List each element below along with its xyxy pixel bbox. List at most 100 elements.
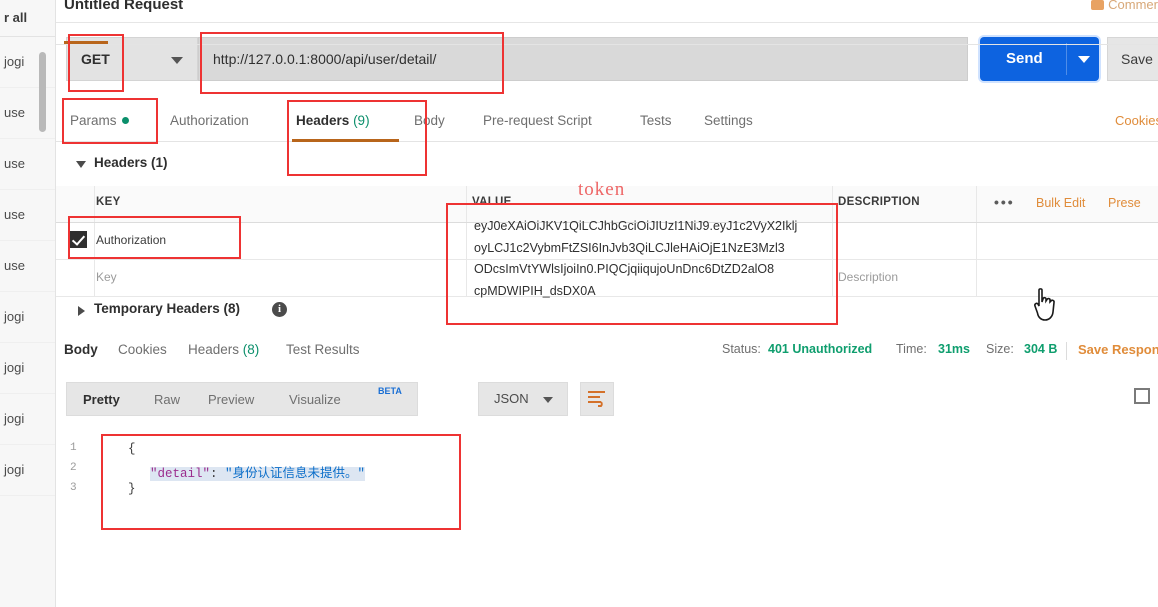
sidebar-header-label: r all [0, 0, 55, 37]
list-item[interactable]: use [0, 139, 55, 190]
tab-settings[interactable]: Settings [704, 113, 753, 128]
token-line: eyJ0eXAiOiJKV1QiLCJhbGciOiJIUzI1NiJ9.eyJ… [474, 219, 798, 233]
size-value: 304 B [1024, 342, 1057, 356]
response-tab-body[interactable]: Body [64, 342, 98, 357]
code-line: "detail": "身份认证信息未提供。" [150, 462, 366, 481]
list-item[interactable]: use [0, 88, 55, 139]
tab-label: Body [64, 342, 98, 357]
save-response-button[interactable]: Save Respon [1078, 342, 1158, 357]
divider [466, 260, 467, 296]
status-label: Status: [722, 342, 761, 356]
json-value: "身份认证信息未提供。" [225, 467, 366, 481]
tab-badge: (9) [353, 113, 370, 128]
list-item[interactable]: jogi [0, 445, 55, 496]
tab-label: Test Results [286, 342, 360, 357]
header-value-input[interactable]: eyJ0eXAiOiJKV1QiLCJhbGciOiJIUzI1NiJ9.eyJ… [474, 216, 864, 302]
view-mode-pretty[interactable]: Pretty [83, 392, 120, 407]
size-value-text: 304 B [1024, 342, 1058, 356]
url-bar-row: GET http://127.0.0.1:8000/api/user/detai… [56, 32, 1158, 88]
divider [976, 260, 977, 296]
code-line: { [128, 442, 136, 456]
json-key: "detail" [150, 467, 211, 481]
response-tab-test-results[interactable]: Test Results [286, 342, 360, 357]
time-value: 31ms [938, 342, 970, 356]
presets-link[interactable]: Prese [1108, 196, 1141, 210]
response-tab-headers[interactable]: Headers (8) [188, 342, 259, 357]
tab-badge: (8) [242, 342, 260, 357]
headers-section-header[interactable]: Headers (1) [56, 150, 1158, 186]
tab-label: Settings [704, 113, 753, 128]
list-item[interactable]: jogi [0, 37, 55, 88]
tab-pre-request-script[interactable]: Pre-request Script [483, 113, 592, 128]
line-number: 3 [70, 482, 77, 494]
list-item[interactable]: use [0, 190, 55, 241]
tab-body[interactable]: Body [414, 113, 445, 128]
list-item[interactable]: jogi [0, 292, 55, 343]
time-value-text: 31ms [938, 342, 970, 356]
divider [976, 223, 977, 259]
mouse-cursor-icon [1034, 288, 1055, 321]
tab-label: Pre-request Script [483, 113, 592, 128]
divider [56, 44, 1158, 45]
chevron-down-icon [171, 57, 183, 64]
tab-params[interactable]: Params [70, 113, 129, 128]
status-badge: 401 Unauthorized [768, 342, 872, 356]
token-line: ODcsImVtYWlsIjoiIn0.PIQCjqiiqujoUnDnc6Dt… [474, 262, 775, 276]
send-label: Send [1006, 50, 1043, 67]
response-body-code[interactable]: 1 2 3 { "detail": "身份认证信息未提供。" } [56, 420, 1158, 540]
list-item[interactable]: use [0, 241, 55, 292]
json-separator: : [210, 467, 226, 481]
size-label: Size: [986, 342, 1014, 356]
header-key-input[interactable]: Key [96, 270, 117, 284]
response-tab-cookies[interactable]: Cookies [118, 342, 167, 357]
tab-headers[interactable]: Headers (9) [296, 113, 370, 128]
tab-label: Headers [296, 113, 350, 128]
bulk-edit-link[interactable]: Bulk Edit [1036, 196, 1085, 210]
list-item[interactable]: jogi [0, 394, 55, 445]
cookies-link[interactable]: Cookies [1115, 113, 1158, 128]
chevron-down-icon[interactable] [1078, 56, 1090, 63]
chevron-right-icon [78, 306, 85, 316]
list-item[interactable]: jogi [0, 343, 55, 394]
view-mode-visualize[interactable]: Visualize [289, 392, 341, 407]
divider [94, 223, 95, 259]
chevron-down-icon [543, 397, 553, 403]
token-line: cpMDWIPIH_dsDX0A [474, 283, 596, 298]
page-title: Untitled Request [64, 0, 184, 13]
copy-icon[interactable] [1132, 386, 1150, 404]
active-tab-indicator [292, 139, 399, 142]
column-header-value: VALUE [472, 196, 512, 208]
response-format-select[interactable]: JSON [478, 382, 568, 416]
info-icon[interactable]: i [272, 302, 287, 317]
divider [1066, 43, 1067, 75]
view-mode-raw[interactable]: Raw [154, 392, 180, 407]
header-enabled-checkbox[interactable] [70, 231, 87, 248]
view-mode-group: Pretty Raw Preview Visualize BETA [66, 382, 418, 416]
column-header-description: DESCRIPTION [838, 196, 920, 208]
tab-label: Cookies [118, 342, 167, 357]
tab-label: Body [414, 113, 445, 128]
tab-label: Params [70, 113, 117, 128]
tab-authorization[interactable]: Authorization [170, 113, 249, 128]
view-mode-preview[interactable]: Preview [208, 392, 254, 407]
http-method-label: GET [81, 51, 110, 67]
comment-button[interactable]: Commer [1091, 0, 1158, 12]
divider [466, 186, 467, 222]
beta-badge: BETA [378, 386, 402, 396]
response-bar: Body Cookies Headers (8) Test Results St… [56, 331, 1158, 371]
more-options-icon[interactable]: ••• [994, 194, 1015, 210]
divider [1066, 342, 1067, 360]
sidebar-scrollbar[interactable] [39, 52, 46, 132]
wrap-lines-button[interactable] [580, 382, 614, 416]
header-key-value[interactable]: Authorization [96, 233, 166, 247]
code-line: } [128, 482, 136, 496]
url-value: http://127.0.0.1:8000/api/user/detail/ [213, 51, 437, 67]
tab-tests[interactable]: Tests [640, 113, 672, 128]
left-sidebar: r all jogi use use use use jogi jogi jog… [0, 0, 56, 607]
line-number: 2 [70, 462, 77, 474]
temporary-headers-label: Temporary Headers (8) [94, 301, 241, 316]
line-number: 1 [70, 442, 77, 454]
divider [976, 186, 977, 222]
divider [466, 223, 467, 259]
format-label: JSON [494, 391, 529, 406]
